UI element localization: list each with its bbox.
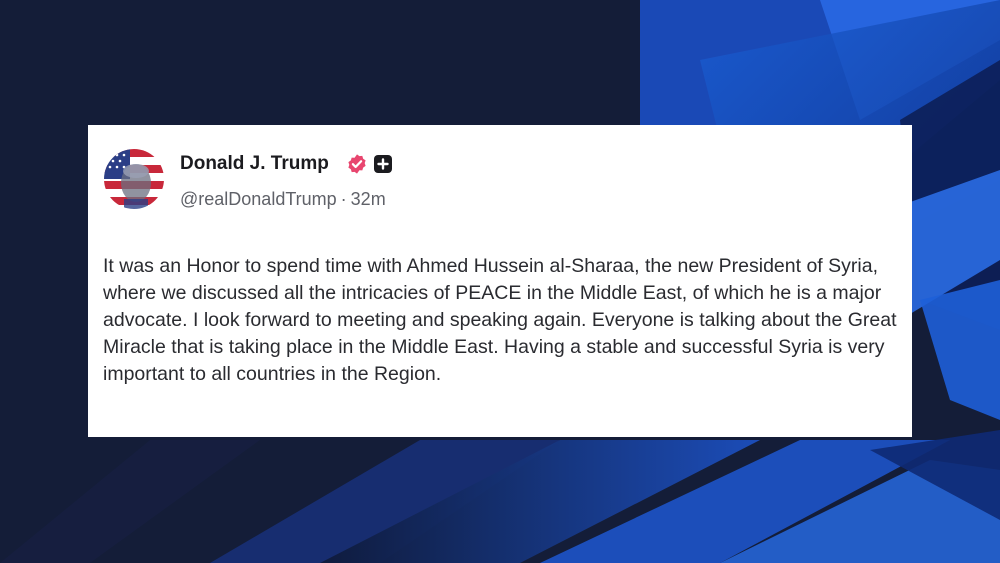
flag-portrait-avatar-icon [104, 149, 164, 209]
verified-badge-icon [348, 154, 366, 174]
screenshot-canvas: Donald J. Trump @realDonaldTrump · 32m It … [0, 0, 1000, 563]
post-timestamp[interactable]: 32m [351, 189, 386, 209]
plus-square-icon[interactable] [373, 154, 393, 174]
avatar[interactable] [104, 149, 164, 209]
handle-line: @realDonaldTrump · 32m [180, 189, 386, 210]
post-body: It was an Honor to spend time with Ahmed… [103, 255, 897, 385]
author-name[interactable]: Donald J. Trump [180, 153, 329, 175]
separator-dot: · [340, 189, 347, 209]
post-card: Donald J. Trump @realDonaldTrump · 32m It … [88, 125, 912, 437]
author-handle[interactable]: @realDonaldTrump [180, 189, 337, 209]
